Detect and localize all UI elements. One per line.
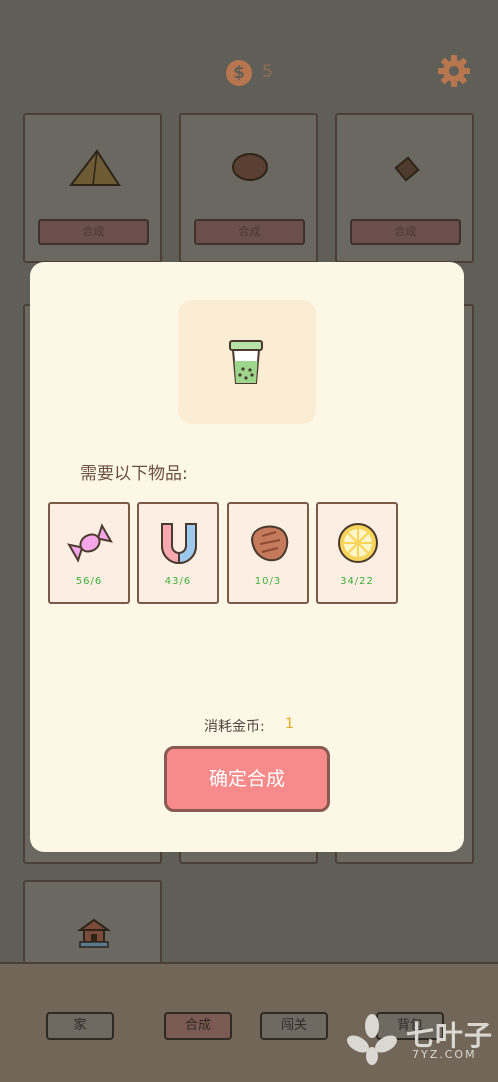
cost-label: 消耗金币:: [204, 719, 265, 735]
requirement-item: 43/6: [137, 502, 219, 604]
requirement-qty: 10/3: [254, 576, 282, 587]
requirement-item: 10/3: [227, 502, 309, 604]
grid-card-house[interactable]: [23, 880, 162, 970]
craft-button[interactable]: 合成: [194, 219, 305, 245]
candy-icon: [67, 523, 113, 563]
requirement-item: 34/22: [316, 502, 398, 604]
nav-levels[interactable]: 闯关: [260, 1012, 328, 1040]
steak-icon: [232, 153, 268, 181]
watermark-sub: 7YZ.COM: [412, 1048, 477, 1061]
nav-craft[interactable]: 合成: [164, 1012, 232, 1040]
confirm-craft-button[interactable]: 确定合成: [164, 746, 330, 812]
grid-card-candy[interactable]: 合成: [335, 113, 474, 263]
requirement-item: 56/6: [48, 502, 130, 604]
steak-icon: [250, 525, 289, 562]
house-icon: [77, 918, 111, 948]
watermark: 七叶子 7YZ.COM: [344, 1010, 494, 1070]
grid-card-steak[interactable]: 合成: [179, 113, 318, 263]
leaf-logo-icon: [347, 1014, 397, 1065]
grid-card-sandwich[interactable]: 合成: [23, 113, 162, 263]
bubble-tea-icon: [229, 340, 263, 384]
product-preview: [178, 300, 316, 424]
cost-value: 1: [285, 716, 294, 732]
requirement-qty: 56/6: [75, 576, 103, 587]
requirement-qty: 34/22: [340, 576, 374, 587]
craft-button[interactable]: 合成: [38, 219, 149, 245]
magnet-icon: [161, 523, 197, 565]
coin-icon: $: [226, 60, 252, 86]
craft-button[interactable]: 合成: [350, 219, 461, 245]
sandwich-icon: [68, 149, 121, 186]
coin-count: 5: [262, 62, 273, 82]
lemon-slice-icon: [338, 523, 378, 563]
craft-modal: 需要以下物品: 56/6 43/6 10/3 34/22 消耗金币: 1 确定合…: [30, 262, 464, 852]
gear-icon[interactable]: [437, 54, 471, 88]
requirements-label: 需要以下物品:: [80, 464, 188, 484]
candy-icon: [394, 156, 420, 182]
top-bar: $ 5: [0, 54, 498, 94]
nav-home[interactable]: 家: [46, 1012, 114, 1040]
requirement-qty: 43/6: [164, 576, 192, 587]
